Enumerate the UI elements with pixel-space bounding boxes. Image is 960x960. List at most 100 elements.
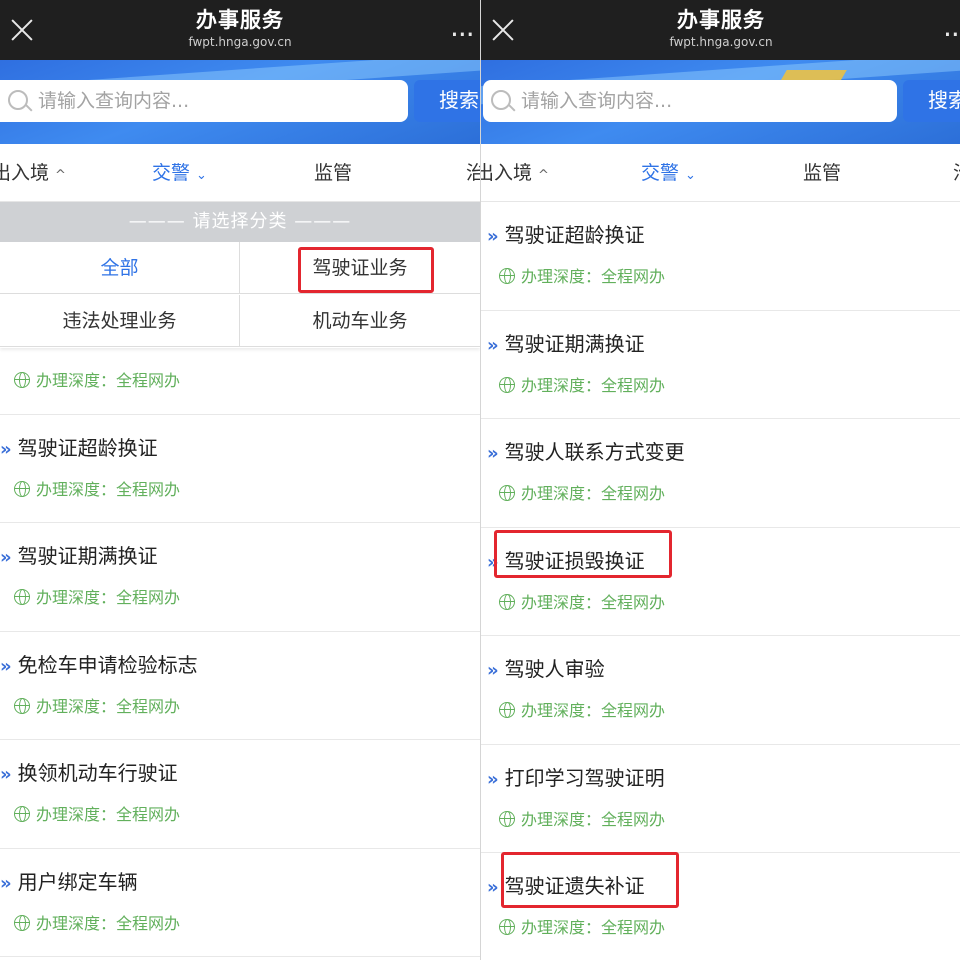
double-chevron-icon: » [0,655,12,677]
item-title-text: 驾驶证期满换证 [504,331,645,356]
list-item[interactable]: » 驾驶人审验 办理深度：全程网办 [481,636,960,745]
more-icon[interactable]: ... [450,13,480,44]
tab-label: 出入境 [481,162,533,184]
list-item[interactable]: » 驾驶证超龄换证 办理深度：全程网办 [481,202,960,311]
item-meta: 办理深度：全程网办 [14,696,180,718]
globe-icon [499,376,515,393]
list-item[interactable]: » 免检车申请检验标志 办理深度：全程网办 [0,631,480,740]
tab-exit-entry[interactable]: 出入境 ^ [481,160,549,189]
item-title-text: 免检车申请检验标志 [17,652,198,677]
tab-governance[interactable]: 治 [953,160,960,186]
highlight-box-license-filter [298,247,434,293]
double-chevron-icon: » [487,226,499,247]
item-meta-text: 办理深度：全程网办 [521,592,666,612]
search-input[interactable] [38,80,398,122]
globe-icon [499,593,515,610]
list-item[interactable]: » 换领机动车行驶证 办理深度：全程网办 [0,740,480,849]
tab-label: 治 [466,162,480,184]
list-item[interactable]: » 驾驶证超龄换证 办理深度：全程网办 [0,414,480,523]
double-chevron-icon: » [487,877,499,898]
tab-supervision[interactable]: 监管 [314,160,352,186]
page-domain: fwpt.hnga.gov.cn [669,35,773,49]
list-item[interactable]: » 打印学习驾驶证明 办理深度：全程网办 [481,744,960,853]
list-item[interactable]: » 用户绑定车辆 办理深度：全程网办 [0,848,480,957]
item-title: » 用户绑定车辆 [0,869,138,897]
globe-icon [499,702,515,718]
item-title: » 免检车申请检验标志 [0,652,198,680]
item-title-text: 驾驶证超龄换证 [17,435,158,460]
globe-icon [14,589,30,605]
search-box[interactable] [483,80,897,122]
tab-label: 交警 [152,162,191,184]
item-title-text: 驾驶证超龄换证 [504,223,645,247]
tab-label: 出入境 [0,162,50,184]
item-title: » 驾驶人审验 [487,656,605,684]
globe-icon [14,480,30,497]
item-meta-text: 办理深度：全程网办 [36,479,181,499]
filter-option-vehicle[interactable]: 机动车业务 [240,295,480,347]
double-chevron-icon: » [487,334,499,356]
list-item[interactable]: » 驾驶人联系方式变更 办理深度：全程网办 [481,419,960,528]
tab-traffic-police[interactable]: 交警 ⌄ [152,160,207,189]
search-input[interactable] [521,80,881,122]
list-item[interactable]: » 驾驶证期满换证 办理深度：全程网办 [0,523,480,632]
item-meta: 办理深度：全程网办 [499,700,665,722]
item-meta-text: 办理深度：全程网办 [521,918,666,937]
search-icon [8,90,28,110]
globe-icon [499,810,515,827]
top-bar: 办事服务 fwpt.hnga.gov.cn .. [481,0,960,60]
page-title: 办事服务 [196,8,284,32]
top-bar: 办事服务 fwpt.hnga.gov.cn ... [0,0,480,60]
search-button[interactable]: 搜索 [414,80,480,122]
more-icon[interactable]: .. [943,13,960,44]
item-title-text: 打印学习驾驶证明 [504,765,665,790]
highlight-box-damaged-license [494,530,672,578]
item-meta: 办理深度：全程网办 [14,587,180,609]
item-meta-text: 办理深度：全程网办 [36,696,181,716]
close-icon[interactable] [8,16,36,44]
globe-icon [499,268,515,284]
chevron-down-icon: ⌄ [685,168,696,183]
page-title: 办事服务 [677,8,765,32]
double-chevron-icon: » [487,660,499,681]
filter-option-all[interactable]: 全部 [0,242,240,294]
chevron-up-icon: ^ [55,168,66,183]
search-icon [491,90,511,110]
filter-header: ——— 请选择分类 ——— [0,202,480,242]
tab-supervision[interactable]: 监管 [803,160,841,186]
item-title-text: 驾驶人联系方式变更 [504,440,685,464]
item-title: » 打印学习驾驶证明 [487,765,665,793]
tab-governance[interactable]: 治 [466,160,480,186]
item-meta-text: 办理深度：全程网办 [521,267,666,286]
search-box[interactable] [0,80,408,122]
list-item[interactable]: » 驾驶证期满换证 办理深度：全程网办 [481,310,960,419]
item-meta: 办理深度：全程网办 [499,917,665,939]
item-meta: 办理深度：全程网办 [499,809,665,831]
item-title-text: 驾驶证期满换证 [17,544,158,568]
item-title-text: 驾驶人审验 [504,657,605,681]
item-title: » 驾驶人联系方式变更 [487,439,685,467]
double-chevron-icon: » [487,768,499,790]
item-title-text: 用户绑定车辆 [17,869,138,894]
filter-option-violation[interactable]: 违法处理业务 [0,295,240,347]
category-tabs: 出入境 ^ 交警 ⌄ 监管 治 [0,144,480,202]
item-title-text: 换领机动车行驶证 [17,761,178,785]
chevron-up-icon: ^ [538,168,549,183]
stage: 办事服务 fwpt.hnga.gov.cn ... 搜索 出入境 ^ 交警 ⌄ 监管… [0,0,960,960]
tab-exit-entry[interactable]: 出入境 ^ [0,160,66,189]
tab-label: 交警 [641,162,680,184]
close-icon[interactable] [489,16,517,44]
search-button[interactable]: 搜索 [903,80,960,122]
item-meta-text: 办理深度：全程网办 [521,701,666,720]
item-meta: 办理深度：全程网办 [14,804,180,826]
tab-traffic-police[interactable]: 交警 ⌄ [641,160,696,189]
double-chevron-icon: » [0,438,12,460]
title-block: 办事服务 fwpt.hnga.gov.cn [621,6,821,50]
service-list: » 驾驶证超龄换证 办理深度：全程网办 » 驾驶证期满换证 办理深度：全程网办 » 驾… [481,202,960,960]
item-meta-text: 办理深度：全程网办 [36,805,181,824]
service-list: 办理深度：全程网办 » 驾驶证超龄换证 办理深度：全程网办 » 驾驶证期满换证 办理… [0,306,480,957]
item-meta-text: 办理深度：全程网办 [521,809,666,829]
category-tabs: 出入境 ^ 交警 ⌄ 监管 治 [481,144,960,202]
item-meta-text: 办理深度：全程网办 [36,913,181,933]
tab-label: 治 [953,162,960,184]
